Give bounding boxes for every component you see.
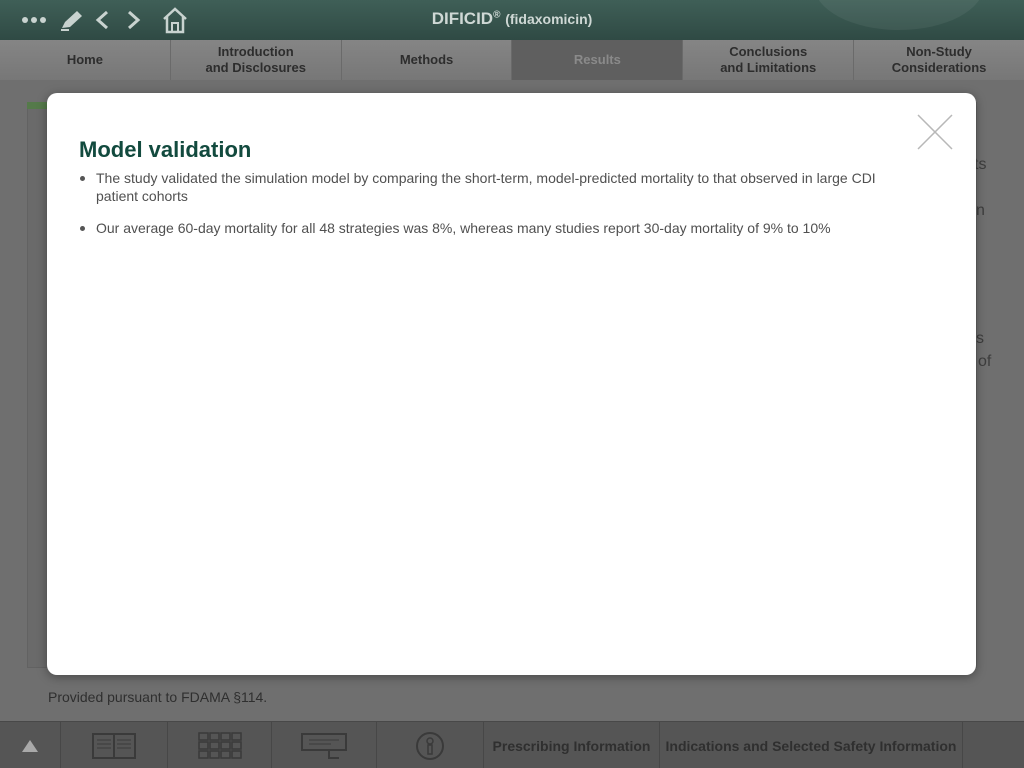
tab-results[interactable]: Results (512, 40, 684, 80)
main-nav: Home Introduction and Disclosures Method… (0, 40, 1024, 80)
presentation-icon[interactable] (272, 722, 377, 768)
bottom-bar-end (963, 722, 1024, 768)
info-icon[interactable] (377, 722, 484, 768)
list-item: The study validated the simulation model… (79, 169, 899, 205)
expand-up-icon[interactable] (0, 722, 61, 768)
close-icon[interactable] (916, 113, 954, 151)
app-title: DIFICID® (fidaxomicin) (0, 9, 1024, 29)
tab-introduction[interactable]: Introduction and Disclosures (170, 40, 342, 80)
footer-note: Provided pursuant to FDAMA §114. (48, 689, 268, 705)
app-title-name: DIFICID (431, 9, 494, 28)
background-text-fragment: n (976, 202, 985, 219)
registered-mark: ® (493, 9, 501, 21)
book-icon[interactable] (61, 722, 168, 768)
modal-dialog: Model validation The study validated the… (47, 93, 976, 675)
bottom-bar: Prescribing Information Indications and … (0, 721, 1024, 768)
grid-icon[interactable] (168, 722, 272, 768)
app-subtitle: (fidaxomicin) (505, 11, 593, 27)
tab-home[interactable]: Home (0, 40, 171, 80)
modal-bullet-list: The study validated the simulation model… (79, 169, 899, 251)
indications-safety-button[interactable]: Indications and Selected Safety Informat… (660, 722, 963, 768)
tab-methods[interactable]: Methods (341, 40, 513, 80)
background-text-fragment: of (978, 353, 992, 370)
list-item: Our average 60-day mortality for all 48 … (79, 219, 899, 237)
top-bar: DIFICID® (fidaxomicin) (0, 0, 1024, 40)
section-accent (27, 102, 49, 109)
modal-title: Model validation (79, 137, 252, 162)
background-text-fragment: s (976, 330, 984, 347)
tab-conclusions[interactable]: Conclusions and Limitations (683, 40, 855, 80)
prescribing-information-button[interactable]: Prescribing Information (484, 722, 660, 768)
tab-non-study[interactable]: Non-Study Considerations (854, 40, 1024, 80)
